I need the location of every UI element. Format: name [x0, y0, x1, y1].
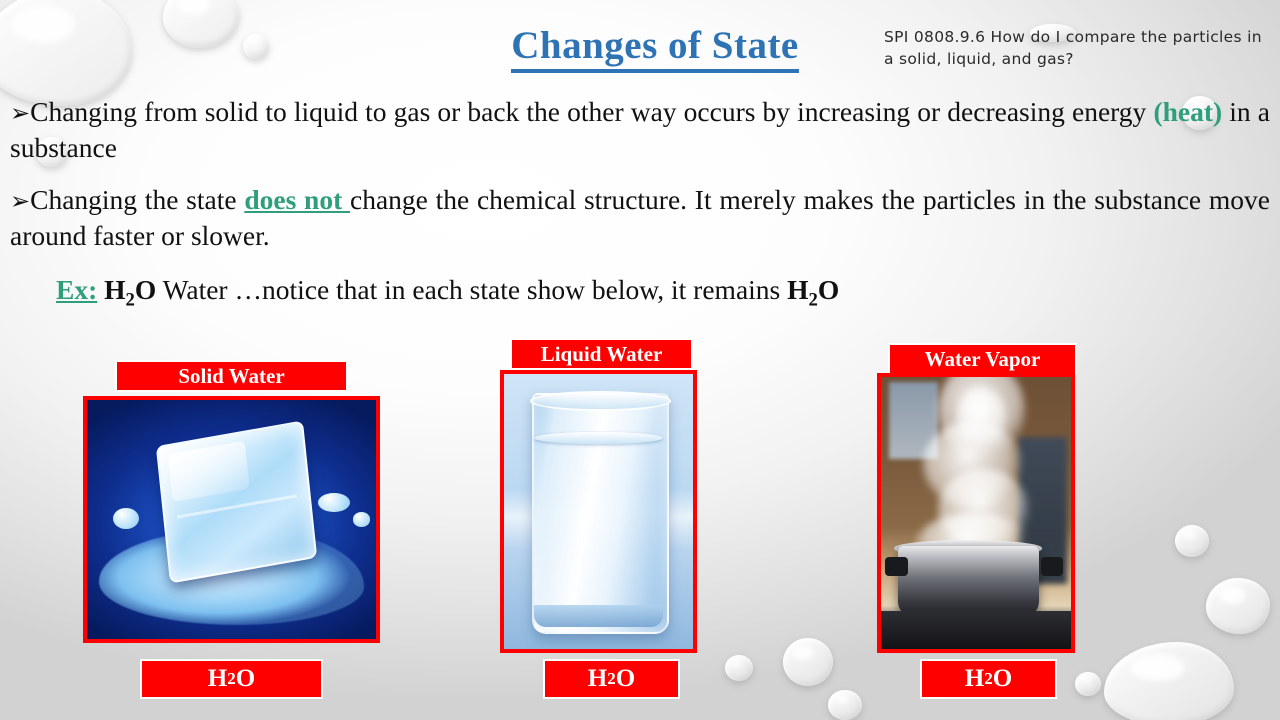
formula-chip-vapor: H2O: [920, 659, 1057, 699]
example-text: Water …notice that in each state show be…: [156, 274, 788, 305]
image-frame-solid-water: [83, 396, 380, 643]
bullet-1-highlight: (heat): [1153, 96, 1223, 127]
formula-chip-liquid: H2O: [543, 659, 680, 699]
image-frame-water-vapor: [877, 373, 1075, 653]
standard-note: SPI 0808.9.6 How do I compare the partic…: [884, 28, 1262, 69]
formula-subscript: 2: [984, 669, 993, 688]
glass-rim-shape: [530, 390, 671, 411]
water-droplet-icon: [1104, 642, 1234, 720]
bullet-2-text-part1: Changing the state: [30, 184, 245, 215]
formula-element: H: [207, 665, 228, 692]
water-droplet-icon: [725, 655, 753, 681]
ice-cube-shape: [155, 420, 317, 584]
water-droplet-icon: [783, 638, 833, 686]
bullet-arrow-icon: ➢: [10, 99, 31, 127]
formula-subscript: 2: [227, 669, 236, 688]
formula-element: H: [964, 665, 985, 692]
formula-element: H: [587, 665, 608, 692]
water-droplet-icon: [1175, 525, 1209, 557]
bullet-1-text-part1: Changing from solid to liquid to gas or …: [30, 96, 1154, 127]
water-droplet-icon: [1206, 578, 1270, 634]
bullet-arrow-icon: ➢: [10, 187, 31, 215]
caption-liquid-water: Liquid Water: [510, 338, 693, 370]
formula-chip-solid: H2O: [140, 659, 323, 699]
bullet-item-1: ➢Changing from solid to liquid to gas or…: [10, 94, 1270, 166]
example-formula-tail: H2O: [787, 274, 840, 311]
page-title: Changes of State: [455, 25, 855, 73]
glass-shape: [532, 393, 669, 634]
image-frame-liquid-water: [500, 370, 697, 653]
glass-base-shape: [534, 605, 663, 627]
caption-water-vapor: Water Vapor: [888, 343, 1077, 375]
bullet-item-2: ➢Changing the state does not change the …: [10, 182, 1270, 254]
formula-element: O: [992, 665, 1013, 692]
formula-element: O: [134, 274, 157, 305]
water-surface-line: [534, 431, 663, 445]
water-droplet-icon: [0, 0, 132, 106]
water-droplet-icon: [243, 34, 269, 59]
glass-of-water-photo: [504, 374, 693, 649]
formula-subscript: 2: [808, 289, 818, 311]
caption-solid-water: Solid Water: [115, 360, 348, 392]
steam-plume-shape: [957, 387, 1007, 448]
water-droplet-icon: [828, 690, 862, 720]
formula-element: H: [104, 274, 126, 305]
bullet-2-highlight: does not: [244, 184, 350, 215]
stove-top-shape: [881, 610, 1071, 649]
water-bead-shape: [318, 493, 350, 513]
formula-subscript: 2: [125, 289, 135, 311]
presentation-slide: Changes of State SPI 0808.9.6 How do I c…: [0, 0, 1280, 720]
page-title-text: Changes of State: [511, 25, 799, 73]
water-bead-shape: [352, 512, 371, 527]
example-formula-lead: H2O: [104, 274, 157, 311]
formula-element: O: [817, 274, 840, 305]
melting-ice-cube-photo: [87, 400, 376, 639]
formula-element: O: [235, 665, 256, 692]
example-label: Ex:: [56, 274, 98, 305]
pot-handle-shape: [1040, 556, 1064, 576]
formula-subscript: 2: [607, 669, 616, 688]
water-droplet-icon: [163, 0, 239, 48]
formula-element: H: [787, 274, 809, 305]
example-line: Ex: H2O Water …notice that in each state…: [56, 272, 1236, 313]
water-bead-shape: [113, 507, 139, 530]
steaming-pot-photo: [881, 377, 1071, 649]
pot-handle-shape: [884, 556, 908, 576]
cooking-pot-shape: [898, 545, 1039, 617]
formula-element: O: [615, 665, 636, 692]
water-droplet-icon: [1075, 672, 1101, 696]
